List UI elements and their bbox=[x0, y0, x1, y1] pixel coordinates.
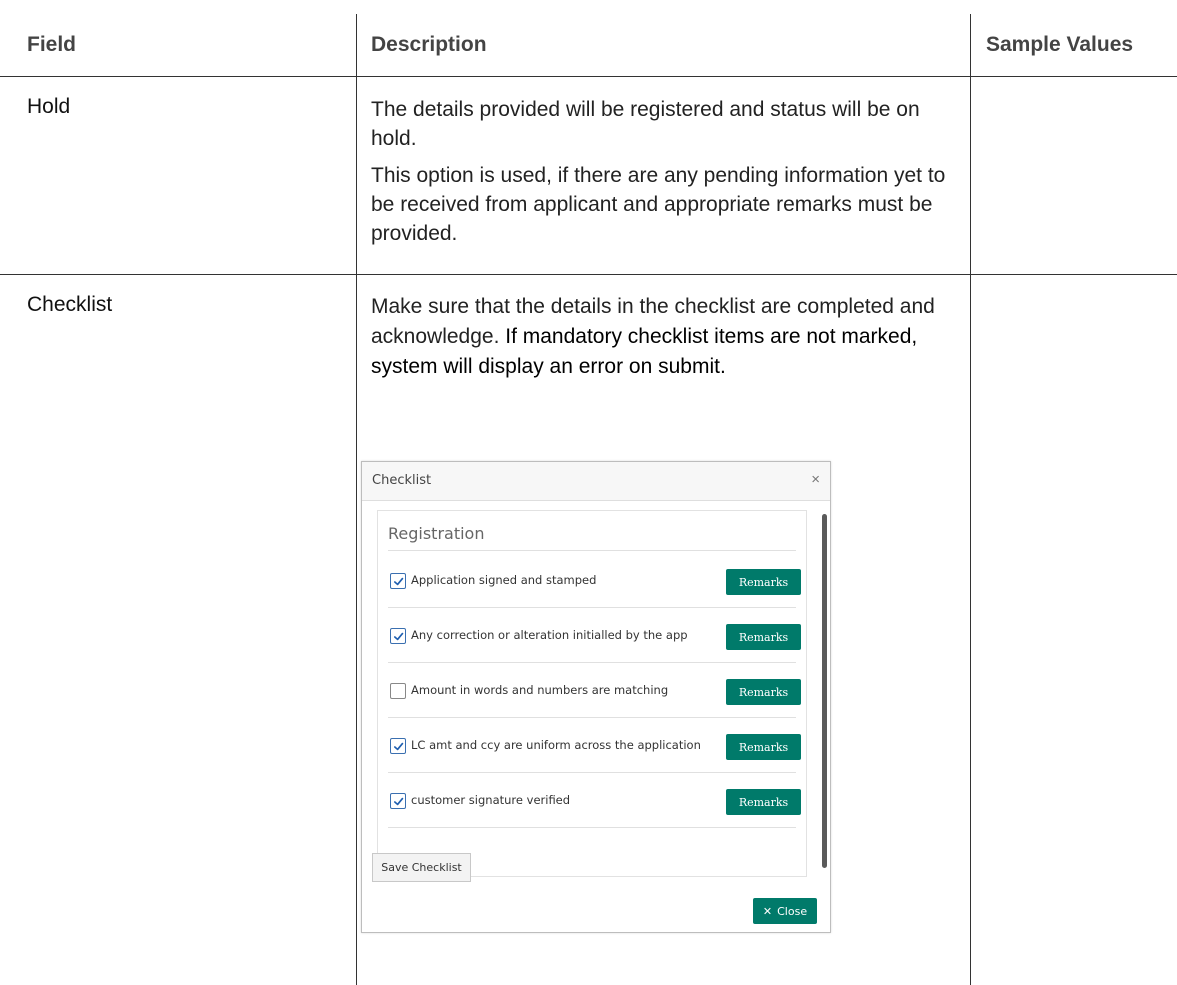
row-divider bbox=[0, 274, 1177, 275]
section-divider bbox=[388, 550, 796, 551]
header-sample-values: Sample Values bbox=[986, 33, 1134, 56]
item-divider bbox=[388, 827, 796, 828]
checkbox-unchecked[interactable] bbox=[390, 683, 406, 699]
remarks-button[interactable]: Remarks bbox=[726, 734, 801, 760]
checklist-item-label: Any correction or alteration initialled … bbox=[411, 628, 688, 642]
description-hold-line-1: The details provided will be registered … bbox=[371, 98, 920, 150]
dialog-title: Checklist bbox=[372, 473, 432, 488]
close-button-label: Close bbox=[777, 904, 808, 918]
checklist-item-label: Application signed and stamped bbox=[411, 573, 597, 587]
remarks-button[interactable]: Remarks bbox=[726, 569, 801, 595]
description-checklist: Make sure that the details in the checkl… bbox=[371, 292, 956, 382]
close-icon[interactable]: × bbox=[811, 471, 820, 488]
checklist-dialog: Checklist × Registration Application sig… bbox=[361, 461, 831, 933]
dialog-title-bar: Checklist × bbox=[362, 462, 830, 501]
column-divider-1 bbox=[356, 14, 357, 985]
section-title: Registration bbox=[388, 524, 485, 543]
close-button[interactable]: ✕ Close bbox=[753, 898, 817, 924]
header-field: Field bbox=[27, 33, 77, 56]
close-x-icon: ✕ bbox=[762, 904, 773, 918]
checklist-item-label: LC amt and ccy are uniform across the ap… bbox=[411, 738, 701, 752]
description-hold: The details provided will be registered … bbox=[371, 95, 961, 248]
item-divider bbox=[388, 662, 796, 663]
checkbox-checked[interactable] bbox=[390, 628, 406, 644]
field-hold: Hold bbox=[27, 95, 71, 118]
description-hold-line-2: This option is used, if there are any pe… bbox=[371, 164, 946, 245]
remarks-button[interactable]: Remarks bbox=[726, 789, 801, 815]
header-description: Description bbox=[371, 33, 487, 56]
field-checklist: Checklist bbox=[27, 293, 113, 316]
checklist-item-label: Amount in words and numbers are matching bbox=[411, 683, 669, 697]
checklist-panel: Registration Application signed and stam… bbox=[377, 510, 807, 877]
save-checklist-button[interactable]: Save Checklist bbox=[372, 853, 471, 882]
item-divider bbox=[388, 607, 796, 608]
checkbox-checked[interactable] bbox=[390, 573, 406, 589]
item-divider bbox=[388, 717, 796, 718]
scrollbar[interactable] bbox=[822, 514, 827, 868]
remarks-button[interactable]: Remarks bbox=[726, 679, 801, 705]
header-divider bbox=[0, 76, 1177, 77]
item-divider bbox=[388, 772, 796, 773]
checkbox-checked[interactable] bbox=[390, 738, 406, 754]
column-divider-2 bbox=[970, 14, 971, 985]
remarks-button[interactable]: Remarks bbox=[726, 624, 801, 650]
checklist-item-label: customer signature verified bbox=[411, 793, 571, 807]
checkbox-checked[interactable] bbox=[390, 793, 406, 809]
